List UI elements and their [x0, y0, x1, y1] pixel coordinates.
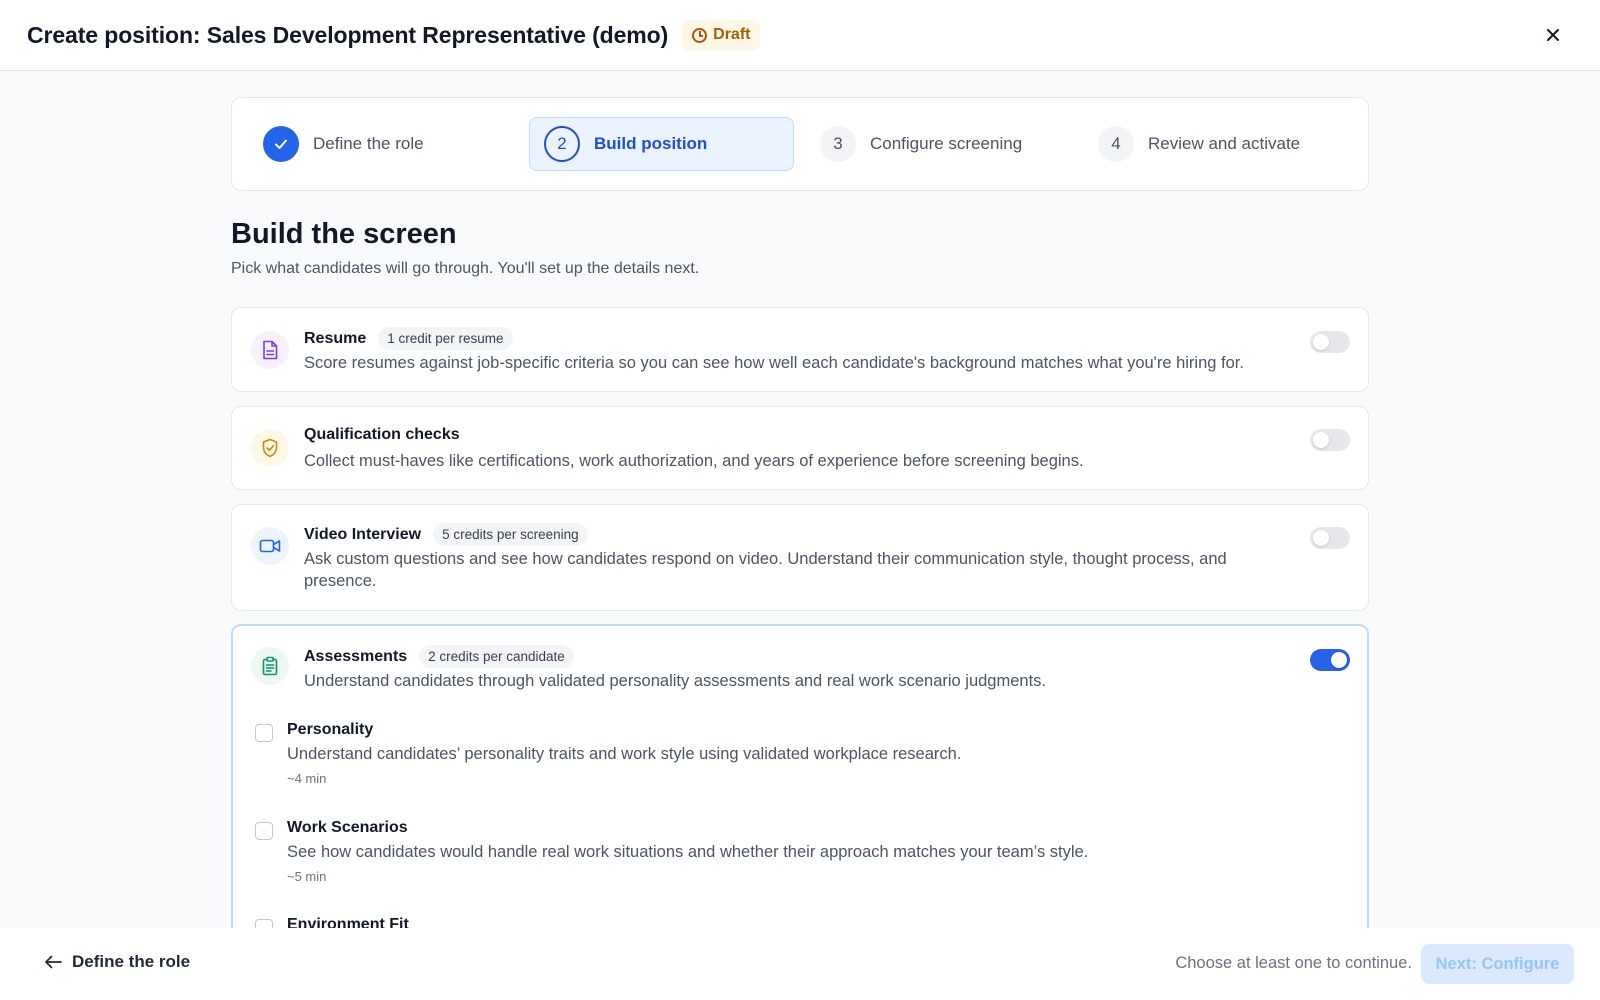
step-build-position[interactable]: 2 Build position — [529, 117, 794, 171]
status-badge: Draft — [682, 20, 761, 50]
option-title: Work Scenarios — [287, 819, 408, 836]
footer-bar: Define the role Choose at least one to c… — [0, 928, 1600, 1000]
status-badge-label: Draft — [713, 26, 751, 43]
shield-check-icon — [251, 429, 289, 467]
step-configure-screening[interactable]: 3 Configure screening — [806, 117, 1066, 171]
assessments-toggle[interactable] — [1310, 649, 1350, 671]
back-button[interactable]: Define the role — [44, 952, 190, 972]
close-icon — [1547, 29, 1559, 41]
card-resume: Resume 1 credit per resume Score resumes… — [231, 307, 1369, 392]
card-title: Assessments — [304, 647, 408, 665]
checkmark-icon — [263, 126, 299, 162]
card-assessments: Assessments 2 credits per candidate Unde… — [231, 624, 1369, 954]
step-label: Review and activate — [1148, 134, 1301, 153]
step-number: 4 — [1098, 126, 1134, 162]
work-scenarios-checkbox[interactable] — [255, 822, 273, 840]
credits-badge: 2 credits per candidate — [419, 645, 574, 668]
card-description-line-1: Ask custom questions and see how candida… — [304, 550, 1227, 568]
page-title: Create position: Sales Development Repre… — [27, 21, 669, 48]
modal-header: Create position: Sales Development Repre… — [0, 0, 1600, 71]
next-button[interactable]: Next: Configure — [1421, 944, 1574, 984]
option-title: Personality — [287, 721, 374, 738]
qualification-checks-toggle[interactable] — [1310, 429, 1350, 451]
option-description: See how candidates would handle real wor… — [287, 843, 1089, 861]
option-duration: ~4 min — [287, 771, 327, 786]
continue-hint: Choose at least one to continue. — [1175, 954, 1412, 972]
step-number: 2 — [544, 126, 580, 162]
step-label: Build position — [594, 134, 708, 153]
card-title: Qualification checks — [304, 426, 460, 443]
back-button-label: Define the role — [72, 952, 191, 971]
close-button[interactable] — [1540, 22, 1566, 48]
card-video-interview: Video Interview 5 credits per screening … — [231, 504, 1369, 611]
arrow-left-icon — [45, 955, 62, 969]
video-camera-icon — [251, 527, 289, 565]
card-description: Understand candidates through validated … — [304, 672, 1047, 690]
clock-icon — [692, 27, 708, 43]
step-review-activate[interactable]: 4 Review and activate — [1084, 117, 1344, 171]
card-qualification-checks: Qualification checks Collect must-haves … — [231, 406, 1369, 490]
personality-checkbox[interactable] — [255, 724, 273, 742]
section-subtitle: Pick what candidates will go through. Yo… — [231, 260, 700, 277]
card-title: Resume — [304, 329, 367, 347]
option-duration: ~5 min — [287, 869, 327, 884]
section-title: Build the screen — [231, 218, 457, 250]
card-description-line-2: presence. — [304, 572, 377, 590]
step-define-role[interactable]: Define the role — [249, 117, 499, 171]
credits-badge: 5 credits per screening — [433, 523, 588, 546]
clipboard-icon — [251, 647, 289, 685]
card-description: Collect must-haves like certifications, … — [304, 452, 1084, 470]
card-title: Video Interview — [304, 525, 422, 543]
option-description: Understand candidates’ personality trait… — [287, 745, 962, 763]
step-number: 3 — [820, 126, 856, 162]
step-label: Configure screening — [870, 134, 1023, 153]
video-interview-toggle[interactable] — [1310, 527, 1350, 549]
progress-stepper: Define the role 2 Build position 3 Confi… — [231, 97, 1369, 191]
credits-badge: 1 credit per resume — [378, 327, 513, 350]
resume-toggle[interactable] — [1310, 331, 1350, 353]
document-icon — [251, 331, 289, 369]
card-description: Score resumes against job-specific crite… — [304, 354, 1244, 372]
step-label: Define the role — [313, 134, 424, 153]
